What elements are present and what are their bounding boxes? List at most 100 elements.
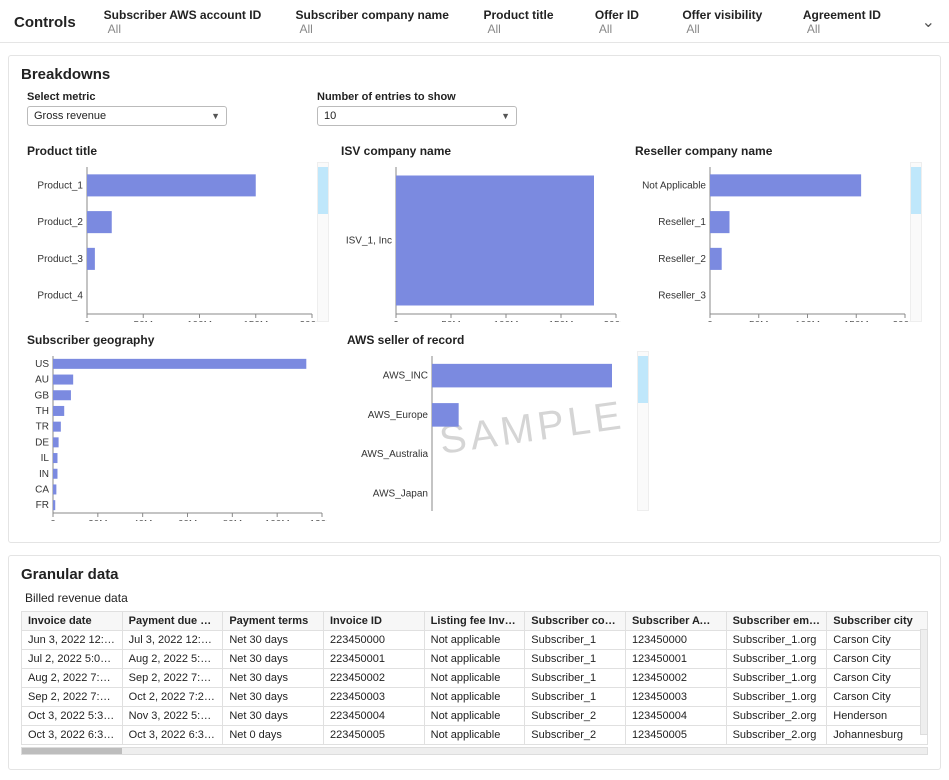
table-column-header[interactable]: Payment due date bbox=[122, 612, 223, 631]
chart-bar[interactable] bbox=[87, 211, 112, 233]
chart-category-label: Not Applicable bbox=[642, 180, 706, 191]
chart-seller-svg[interactable]: AWS_INCAWS_EuropeAWS_AustraliaAWS_Japan0… bbox=[347, 351, 637, 511]
chart-bar[interactable] bbox=[53, 406, 64, 416]
filter-label: Subscriber AWS account ID bbox=[104, 8, 262, 22]
chart-bar[interactable] bbox=[87, 248, 95, 270]
chart-scrollbar[interactable] bbox=[637, 351, 649, 511]
metric-select[interactable]: Gross revenue ▼ bbox=[27, 106, 227, 126]
table-cell: Nov 3, 2022 5:30am bbox=[122, 707, 223, 726]
table-horizontal-scrollbar[interactable] bbox=[21, 747, 928, 755]
filter-label: Subscriber company name bbox=[296, 8, 449, 22]
table-cell: Carson City bbox=[827, 650, 928, 669]
granular-subtitle: Billed revenue data bbox=[25, 591, 928, 605]
chart-bar[interactable] bbox=[53, 375, 73, 385]
table-cell: Not applicable bbox=[424, 688, 525, 707]
chart-title: Subscriber geography bbox=[27, 333, 335, 347]
chart-bar[interactable] bbox=[53, 437, 59, 447]
chevron-down-icon[interactable]: ⌄ bbox=[922, 12, 935, 32]
table-cell: Subscriber_2.org bbox=[726, 707, 827, 726]
chart-geo-svg[interactable]: USAUGBTHTRDEILINCAFR020M40M60M80M100M120… bbox=[27, 351, 327, 521]
chart-bar[interactable] bbox=[710, 174, 861, 196]
chart-subscriber-geography: Subscriber geography USAUGBTHTRDEILINCAF… bbox=[21, 329, 341, 528]
table-cell: Subscriber_2.org bbox=[726, 726, 827, 745]
table-column-header[interactable]: Invoice date bbox=[22, 612, 123, 631]
chart-bar[interactable] bbox=[710, 248, 722, 270]
table-row[interactable]: Aug 2, 2022 7:20pmSep 2, 2022 7:20pmNet … bbox=[22, 669, 928, 688]
table-column-header[interactable]: Subscriber company name bbox=[525, 612, 626, 631]
chart-category-label: TH bbox=[36, 406, 49, 417]
filter-subscriber-account[interactable]: Subscriber AWS account ID All bbox=[104, 8, 268, 36]
table-cell: Sep 2, 2022 7:20pm bbox=[122, 669, 223, 688]
table-cell: Jul 3, 2022 12:12am bbox=[122, 631, 223, 650]
filter-agreement-id[interactable]: Agreement ID All bbox=[803, 8, 894, 36]
chart-tick-label: 0 bbox=[393, 320, 399, 322]
chart-bar[interactable] bbox=[710, 211, 730, 233]
table-row[interactable]: Oct 3, 2022 6:30pmOct 3, 2022 6:30pmNet … bbox=[22, 726, 928, 745]
chart-title: Product title bbox=[27, 144, 329, 158]
table-column-header[interactable]: Subscriber email domain bbox=[726, 612, 827, 631]
chart-bar[interactable] bbox=[53, 469, 57, 479]
chart-reseller-svg[interactable]: Not ApplicableReseller_1Reseller_2Resell… bbox=[635, 162, 910, 322]
filter-subscriber-company[interactable]: Subscriber company name All bbox=[296, 8, 456, 36]
chart-bar[interactable] bbox=[53, 359, 306, 369]
table-cell: Oct 3, 2022 5:30am bbox=[22, 707, 123, 726]
breakdowns-title: Breakdowns bbox=[21, 66, 928, 83]
chart-bar[interactable] bbox=[53, 484, 56, 494]
chart-product-title: Product title Product_1Product_2Product_… bbox=[21, 140, 335, 329]
chart-tick-label: 50M bbox=[441, 320, 460, 322]
table-row[interactable]: Jun 3, 2022 12:12amJul 3, 2022 12:12amNe… bbox=[22, 631, 928, 650]
chart-category-label: AWS_Japan bbox=[373, 488, 428, 499]
table-cell: Net 30 days bbox=[223, 631, 324, 650]
table-column-header[interactable]: Subscriber AWS account ID bbox=[625, 612, 726, 631]
chart-bar[interactable] bbox=[432, 364, 612, 388]
entries-select[interactable]: 10 ▼ bbox=[317, 106, 517, 126]
chart-isv-svg[interactable]: ISV_1, Inc050M100M150M200M bbox=[341, 162, 621, 322]
chart-scrollbar[interactable] bbox=[317, 162, 329, 322]
chart-tick-label: 50M bbox=[749, 320, 768, 322]
table-cell: Subscriber_1 bbox=[525, 688, 626, 707]
entries-selector-group: Number of entries to show 10 ▼ bbox=[317, 91, 517, 126]
controls-bar: Controls Subscriber AWS account ID All S… bbox=[0, 0, 949, 43]
table-row[interactable]: Jul 2, 2022 5:06pmAug 2, 2022 5:06pmNet … bbox=[22, 650, 928, 669]
table-column-header[interactable]: Payment terms bbox=[223, 612, 324, 631]
chevron-down-icon: ▼ bbox=[211, 111, 220, 121]
chart-category-label: TR bbox=[36, 422, 49, 433]
chart-tick-label: 200M bbox=[299, 320, 317, 322]
table-vertical-scrollbar[interactable] bbox=[920, 629, 928, 735]
filter-value: All bbox=[300, 22, 313, 36]
table-cell: Oct 3, 2022 6:30pm bbox=[22, 726, 123, 745]
filter-product-title[interactable]: Product title All bbox=[484, 8, 567, 36]
table-cell: Not applicable bbox=[424, 669, 525, 688]
controls-title: Controls bbox=[14, 14, 76, 31]
entries-value: 10 bbox=[324, 110, 336, 122]
chart-scrollbar[interactable] bbox=[910, 162, 922, 322]
chart-bar[interactable] bbox=[53, 422, 61, 432]
table-column-header[interactable]: Invoice ID bbox=[323, 612, 424, 631]
table-cell: 123450002 bbox=[625, 669, 726, 688]
table-column-header[interactable]: Listing fee Invoice ID bbox=[424, 612, 525, 631]
filter-offer-visibility[interactable]: Offer visibility All bbox=[682, 8, 775, 36]
chart-category-label: ISV_1, Inc bbox=[346, 236, 392, 247]
table-cell: 123450000 bbox=[625, 631, 726, 650]
chart-tick-label: 0 bbox=[707, 320, 713, 322]
chart-row-2: Subscriber geography USAUGBTHTRDEILINCAF… bbox=[21, 329, 928, 528]
filter-offer-id[interactable]: Offer ID All bbox=[595, 8, 654, 36]
chart-bar[interactable] bbox=[432, 403, 459, 427]
chart-bar[interactable] bbox=[53, 390, 71, 400]
chart-bar[interactable] bbox=[396, 176, 594, 306]
table-cell: 223450005 bbox=[323, 726, 424, 745]
table-container: Invoice datePayment due datePayment term… bbox=[21, 611, 928, 745]
chart-bar[interactable] bbox=[87, 174, 256, 196]
table-row[interactable]: Sep 2, 2022 7:20pmOct 2, 2022 7:20pmNet … bbox=[22, 688, 928, 707]
table-cell: 223450003 bbox=[323, 688, 424, 707]
chart-bar[interactable] bbox=[53, 453, 57, 463]
filter-label: Agreement ID bbox=[803, 8, 881, 22]
table-cell: Subscriber_2 bbox=[525, 707, 626, 726]
billed-revenue-table[interactable]: Invoice datePayment due datePayment term… bbox=[21, 611, 928, 745]
table-column-header[interactable]: Subscriber city bbox=[827, 612, 928, 631]
chart-product-svg[interactable]: Product_1Product_2Product_3Product_4050M… bbox=[27, 162, 317, 322]
filter-label: Offer visibility bbox=[682, 8, 762, 22]
chart-category-label: AU bbox=[35, 375, 49, 386]
table-row[interactable]: Oct 3, 2022 5:30amNov 3, 2022 5:30amNet … bbox=[22, 707, 928, 726]
chart-bar[interactable] bbox=[53, 500, 55, 510]
